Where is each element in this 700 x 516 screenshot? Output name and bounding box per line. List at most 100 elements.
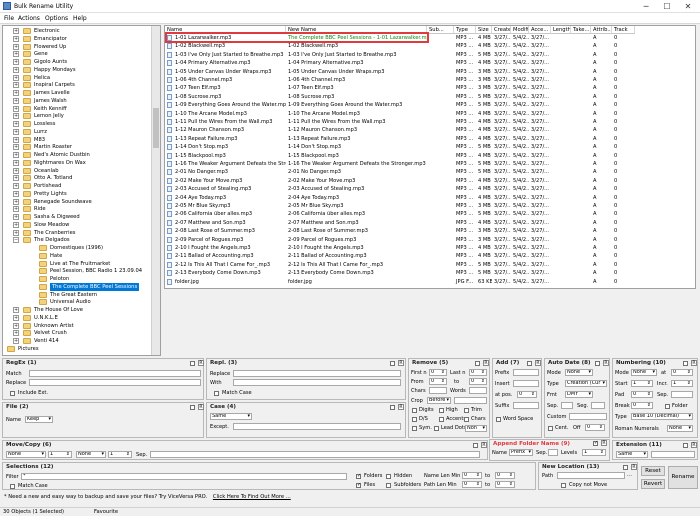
numbering-folder-checkbox[interactable] bbox=[665, 404, 670, 409]
table-row[interactable]: 2-13 Everybody Come Down.mp3 2-13 Everybo… bbox=[165, 269, 695, 277]
expand-icon[interactable]: + bbox=[13, 82, 19, 89]
collapse-icon[interactable]: − bbox=[13, 237, 19, 244]
expand-icon[interactable]: + bbox=[13, 152, 19, 158]
selections-match-case-checkbox[interactable] bbox=[10, 484, 15, 489]
table-row[interactable]: 1-08 Sucrose.mp3 1-08 Sucrose.mp3 MP3 ... 5… bbox=[165, 93, 695, 101]
table-row[interactable]: 1-04 Primary Alternative.mp3 1-04 Primary… bbox=[165, 59, 695, 67]
appendfolder-levels-stepper[interactable]: 1 bbox=[582, 449, 606, 456]
appendfolder-sep-input[interactable] bbox=[548, 449, 558, 456]
movecopy-sep-input[interactable] bbox=[150, 451, 480, 458]
column-header-track[interactable]: Track bbox=[612, 26, 635, 34]
expand-icon[interactable]: + bbox=[13, 59, 19, 65]
remove-reset-icon[interactable]: R bbox=[483, 360, 489, 366]
expand-icon[interactable]: + bbox=[13, 51, 19, 58]
autodate-seg-input[interactable] bbox=[591, 402, 605, 409]
expand-icon[interactable]: + bbox=[13, 314, 19, 321]
expand-icon[interactable]: + bbox=[13, 175, 19, 182]
expand-icon[interactable]: + bbox=[13, 66, 19, 73]
autodate-custom-input[interactable] bbox=[569, 413, 607, 420]
expand-icon[interactable]: + bbox=[13, 28, 19, 34]
tree-scroll-thumb[interactable] bbox=[153, 108, 159, 148]
hidden-checkbox[interactable] bbox=[386, 474, 391, 479]
autodate-cent-checkbox[interactable] bbox=[548, 426, 553, 431]
table-row[interactable]: 1-15 Blackpool.mp3 1-15 Blackpool.mp3 MP3 … bbox=[165, 152, 695, 160]
promo-link[interactable]: Click Here To Find Out More ... bbox=[213, 494, 291, 500]
subfolders-checkbox[interactable] bbox=[386, 483, 391, 488]
numbering-reset-icon[interactable]: R bbox=[691, 360, 697, 366]
expand-icon[interactable]: + bbox=[13, 90, 19, 96]
high-checkbox[interactable] bbox=[439, 408, 444, 413]
files-checkbox[interactable] bbox=[356, 482, 361, 488]
autodate-mode-dropdown[interactable]: None bbox=[565, 369, 593, 376]
copy-not-move-checkbox[interactable] bbox=[561, 483, 566, 488]
close-button[interactable]: ✕ bbox=[678, 1, 698, 12]
repl-reset-icon[interactable]: R bbox=[398, 360, 404, 366]
numbering-type-dropdown[interactable]: Base 10 (Decimal) bbox=[631, 413, 693, 420]
newloc-reset-icon[interactable]: R bbox=[631, 464, 637, 470]
table-row[interactable]: 1-10 The Arcane Model.mp3 1-10 The Arcane… bbox=[165, 110, 695, 118]
regex-replace-input[interactable] bbox=[29, 379, 201, 386]
expand-icon[interactable]: + bbox=[13, 322, 19, 329]
numbering-mode-dropdown[interactable]: None bbox=[631, 369, 657, 376]
table-row[interactable]: 1-03 I've Only Just Started to Breathe.m… bbox=[165, 51, 695, 59]
expand-icon[interactable]: + bbox=[13, 144, 19, 151]
table-row[interactable]: 1-07 Teen Elf.mp3 1-07 Teen Elf.mp3 MP3 ..… bbox=[165, 84, 695, 92]
repl-match-case-checkbox[interactable] bbox=[214, 391, 219, 396]
table-row[interactable]: 1-02 Blackwell.mp3 1-02 Blackwell.mp3 MP3 … bbox=[165, 42, 695, 50]
name-len-max-stepper[interactable]: 0 bbox=[495, 472, 515, 479]
words-input[interactable] bbox=[469, 387, 487, 394]
file-reset-icon[interactable]: R bbox=[198, 404, 204, 410]
movecopy-mode2-dropdown[interactable]: None bbox=[76, 451, 106, 458]
expand-icon[interactable]: + bbox=[13, 136, 19, 143]
expand-icon[interactable]: + bbox=[13, 43, 19, 50]
rename-button[interactable]: Rename bbox=[668, 466, 698, 489]
expand-icon[interactable]: + bbox=[13, 330, 19, 337]
digits-checkbox[interactable] bbox=[412, 408, 417, 413]
movecopy-val1-stepper[interactable]: 1 bbox=[48, 451, 72, 458]
extension-input[interactable] bbox=[651, 451, 695, 458]
appendfolder-enable-checkbox[interactable] bbox=[593, 440, 598, 446]
tree-item[interactable]: + Pictures bbox=[3, 345, 149, 353]
expand-icon[interactable]: + bbox=[13, 128, 19, 135]
menu-actions[interactable]: Actions bbox=[18, 15, 40, 22]
movecopy-enable-checkbox[interactable] bbox=[473, 443, 478, 448]
table-row[interactable]: 2-07 Matthew and Son.mp3 2-07 Matthew and… bbox=[165, 219, 695, 227]
table-row[interactable]: 1-05 Under Canvas Under Wraps.mp3 1-05 Un… bbox=[165, 68, 695, 76]
column-header-type[interactable]: Type bbox=[454, 26, 476, 34]
suffix-input[interactable] bbox=[513, 402, 539, 409]
appendfolder-reset-icon[interactable]: R bbox=[601, 440, 607, 446]
table-row[interactable]: 1-16 The Weaker Argument Defeats the Str… bbox=[165, 160, 695, 168]
regex-enable-checkbox[interactable] bbox=[190, 361, 195, 366]
expand-icon[interactable]: + bbox=[13, 113, 19, 120]
table-row[interactable]: 2-05 Mr Blue Sky.mp3 2-05 Mr Blue Sky.mp3… bbox=[165, 202, 695, 210]
accents-checkbox[interactable] bbox=[439, 417, 444, 422]
regex-reset-icon[interactable]: R bbox=[198, 360, 204, 366]
regex-match-input[interactable] bbox=[29, 370, 201, 377]
autodate-fmt-dropdown[interactable]: DMY bbox=[565, 391, 593, 398]
path-len-min-stepper[interactable]: 0 bbox=[462, 481, 482, 488]
movecopy-val2-stepper[interactable]: 1 bbox=[108, 451, 132, 458]
folders-checkbox[interactable] bbox=[356, 473, 361, 479]
column-header-taken[interactable]: Take... bbox=[571, 26, 591, 34]
expand-icon[interactable]: + bbox=[13, 229, 19, 236]
column-header-size[interactable]: Size bbox=[476, 26, 492, 34]
extension-dropdown[interactable]: Same bbox=[616, 451, 648, 458]
reset-button[interactable]: Reset bbox=[641, 466, 665, 476]
numbering-incr-stepper[interactable]: 1 bbox=[671, 380, 693, 387]
case-enable-checkbox[interactable] bbox=[390, 405, 395, 410]
expand-icon[interactable]: + bbox=[13, 307, 19, 313]
column-header-new-name[interactable]: New Name bbox=[286, 26, 427, 34]
menu-options[interactable]: Options bbox=[45, 15, 68, 22]
case-except-input[interactable] bbox=[233, 423, 401, 430]
table-row[interactable]: 2-03 Accused of Stealing.mp3 2-03 Accused… bbox=[165, 185, 695, 193]
table-row[interactable]: 1-13 Repeat Failure.mp3 1-13 Repeat Failu… bbox=[165, 135, 695, 143]
menu-help[interactable]: Help bbox=[73, 15, 87, 22]
numbering-pad-stepper[interactable]: 0 bbox=[631, 391, 653, 398]
insert-input[interactable] bbox=[513, 380, 539, 387]
expand-icon[interactable]: + bbox=[13, 338, 19, 344]
column-header-length[interactable]: Length bbox=[551, 26, 571, 34]
table-row[interactable]: 2-09 Parcel of Rogues.mp3 2-09 Parcel of … bbox=[165, 236, 695, 244]
roman-dropdown[interactable]: None bbox=[667, 425, 693, 432]
non-dropdown[interactable]: Non bbox=[465, 425, 487, 432]
expand-icon[interactable]: + bbox=[13, 74, 19, 81]
